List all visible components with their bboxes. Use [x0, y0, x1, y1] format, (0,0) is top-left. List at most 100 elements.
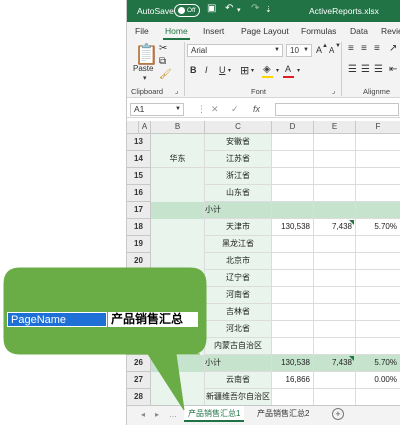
percent-cell[interactable]: 0.00%	[356, 372, 400, 389]
enter-icon[interactable]: ✓	[231, 104, 239, 115]
change-cell[interactable]	[314, 338, 356, 355]
sales-cell[interactable]	[272, 389, 314, 405]
region-cell[interactable]: 华东	[151, 151, 205, 168]
region-cell[interactable]	[151, 372, 205, 389]
percent-cell[interactable]	[356, 253, 400, 270]
province-cell[interactable]: 黑龙江省	[205, 236, 272, 253]
column-header-d[interactable]: D	[272, 121, 314, 134]
fill-color-dropdown-icon[interactable]: ▾	[276, 67, 279, 74]
underline-dropdown-icon[interactable]: ▾	[228, 67, 231, 74]
row-header[interactable]: 25	[127, 338, 151, 355]
sales-cell[interactable]: 130,538	[272, 355, 314, 372]
province-cell[interactable]: 云南省	[205, 372, 272, 389]
orientation-icon[interactable]: ↗	[389, 43, 397, 54]
region-cell[interactable]	[151, 134, 205, 151]
align-left-icon[interactable]: ☰	[348, 64, 357, 75]
sales-cell[interactable]	[272, 134, 314, 151]
align-center-icon[interactable]: ☰	[361, 64, 370, 75]
percent-cell[interactable]: 5.70%	[356, 355, 400, 372]
sheet-tab-2[interactable]: 产品销售汇总2	[253, 406, 313, 422]
row-header[interactable]: 17	[127, 202, 151, 219]
region-cell[interactable]	[151, 355, 205, 372]
indent-icon[interactable]: ⇤	[389, 64, 397, 75]
column-header-f[interactable]: F	[356, 121, 400, 134]
cancel-icon[interactable]: ✕	[211, 104, 219, 115]
change-cell[interactable]	[314, 151, 356, 168]
fill-color-icon[interactable]: ◈	[263, 64, 271, 75]
sales-cell[interactable]	[272, 185, 314, 202]
change-cell[interactable]	[314, 270, 356, 287]
tab-review[interactable]: Revie	[381, 26, 400, 36]
sales-cell[interactable]	[272, 253, 314, 270]
shrink-font-button[interactable]: A	[329, 46, 334, 55]
percent-cell[interactable]	[356, 389, 400, 405]
region-cell[interactable]	[151, 168, 205, 185]
bold-button[interactable]: B	[190, 65, 197, 75]
font-color-button[interactable]: A	[285, 64, 291, 74]
province-cell[interactable]: 辽宁省	[205, 270, 272, 287]
prev-sheet-icon[interactable]: ◂	[141, 410, 145, 419]
undo-icon[interactable]: ↶	[225, 3, 233, 14]
province-cell[interactable]: 吉林省	[205, 304, 272, 321]
align-right-icon[interactable]: ☰	[374, 64, 383, 75]
font-size-dropdown-icon[interactable]: ▼	[303, 45, 309, 56]
row-header[interactable]: 16	[127, 185, 151, 202]
region-cell[interactable]	[151, 253, 205, 270]
province-cell[interactable]: 新疆维吾尔自治区	[205, 389, 272, 405]
insert-function-button[interactable]: fx	[253, 104, 260, 114]
column-header-e[interactable]: E	[314, 121, 356, 134]
customize-toolbar-icon[interactable]: ⇣	[265, 5, 272, 14]
more-sheets-icon[interactable]: …	[169, 410, 177, 419]
province-cell[interactable]: 安徽省	[205, 134, 272, 151]
tab-page-layout[interactable]: Page Layout	[241, 26, 289, 36]
clipboard-launcher-icon[interactable]: ⌟	[175, 87, 178, 95]
sales-cell[interactable]	[272, 236, 314, 253]
sales-cell[interactable]	[272, 202, 314, 219]
font-name-combo[interactable]: Arial ▼	[187, 44, 283, 57]
name-box-dropdown-icon[interactable]: ▼	[175, 104, 181, 115]
province-cell[interactable]: 小计	[205, 202, 272, 219]
region-cell[interactable]	[151, 338, 205, 355]
province-cell[interactable]: 河南省	[205, 287, 272, 304]
tab-home[interactable]: Home	[163, 26, 190, 40]
save-icon[interactable]: ▣	[207, 3, 216, 14]
row-header[interactable]: 27	[127, 372, 151, 389]
row-header[interactable]: 28	[127, 389, 151, 405]
change-cell[interactable]	[314, 202, 356, 219]
name-box[interactable]: A1 ▼	[130, 103, 184, 116]
change-cell[interactable]	[314, 134, 356, 151]
sales-cell[interactable]	[272, 151, 314, 168]
percent-cell[interactable]: 5.70%	[356, 219, 400, 236]
row-header[interactable]: 14	[127, 151, 151, 168]
row-header[interactable]: 18	[127, 219, 151, 236]
redo-icon[interactable]: ↷	[251, 3, 259, 14]
paste-button[interactable]: Paste	[133, 64, 153, 73]
percent-cell[interactable]	[356, 185, 400, 202]
row-header[interactable]: 21	[127, 270, 151, 287]
change-cell[interactable]	[314, 253, 356, 270]
row-header[interactable]: 15	[127, 168, 151, 185]
borders-icon[interactable]: ⊞	[240, 64, 249, 77]
row-header[interactable]: 19	[127, 236, 151, 253]
row-header[interactable]: 22	[127, 287, 151, 304]
province-cell[interactable]: 小计	[205, 355, 272, 372]
change-cell[interactable]	[314, 389, 356, 405]
change-cell[interactable]: 7,438	[314, 219, 356, 236]
percent-cell[interactable]	[356, 236, 400, 253]
province-cell[interactable]: 天津市	[205, 219, 272, 236]
align-bottom-icon[interactable]: ≡	[374, 43, 380, 54]
undo-dropdown-icon[interactable]: ▾	[237, 6, 241, 14]
change-cell[interactable]	[314, 321, 356, 338]
cut-icon[interactable]: ✂	[159, 43, 167, 54]
percent-cell[interactable]	[356, 270, 400, 287]
sales-cell[interactable]: 16,866	[272, 372, 314, 389]
column-header-c[interactable]: C	[205, 121, 272, 134]
row-header[interactable]: 13	[127, 134, 151, 151]
row-header[interactable]: 20	[127, 253, 151, 270]
sales-cell[interactable]	[272, 168, 314, 185]
change-cell[interactable]	[314, 236, 356, 253]
font-launcher-icon[interactable]: ⌟	[332, 87, 335, 95]
percent-cell[interactable]	[356, 202, 400, 219]
underline-button[interactable]: U	[219, 65, 226, 75]
change-cell[interactable]	[314, 372, 356, 389]
